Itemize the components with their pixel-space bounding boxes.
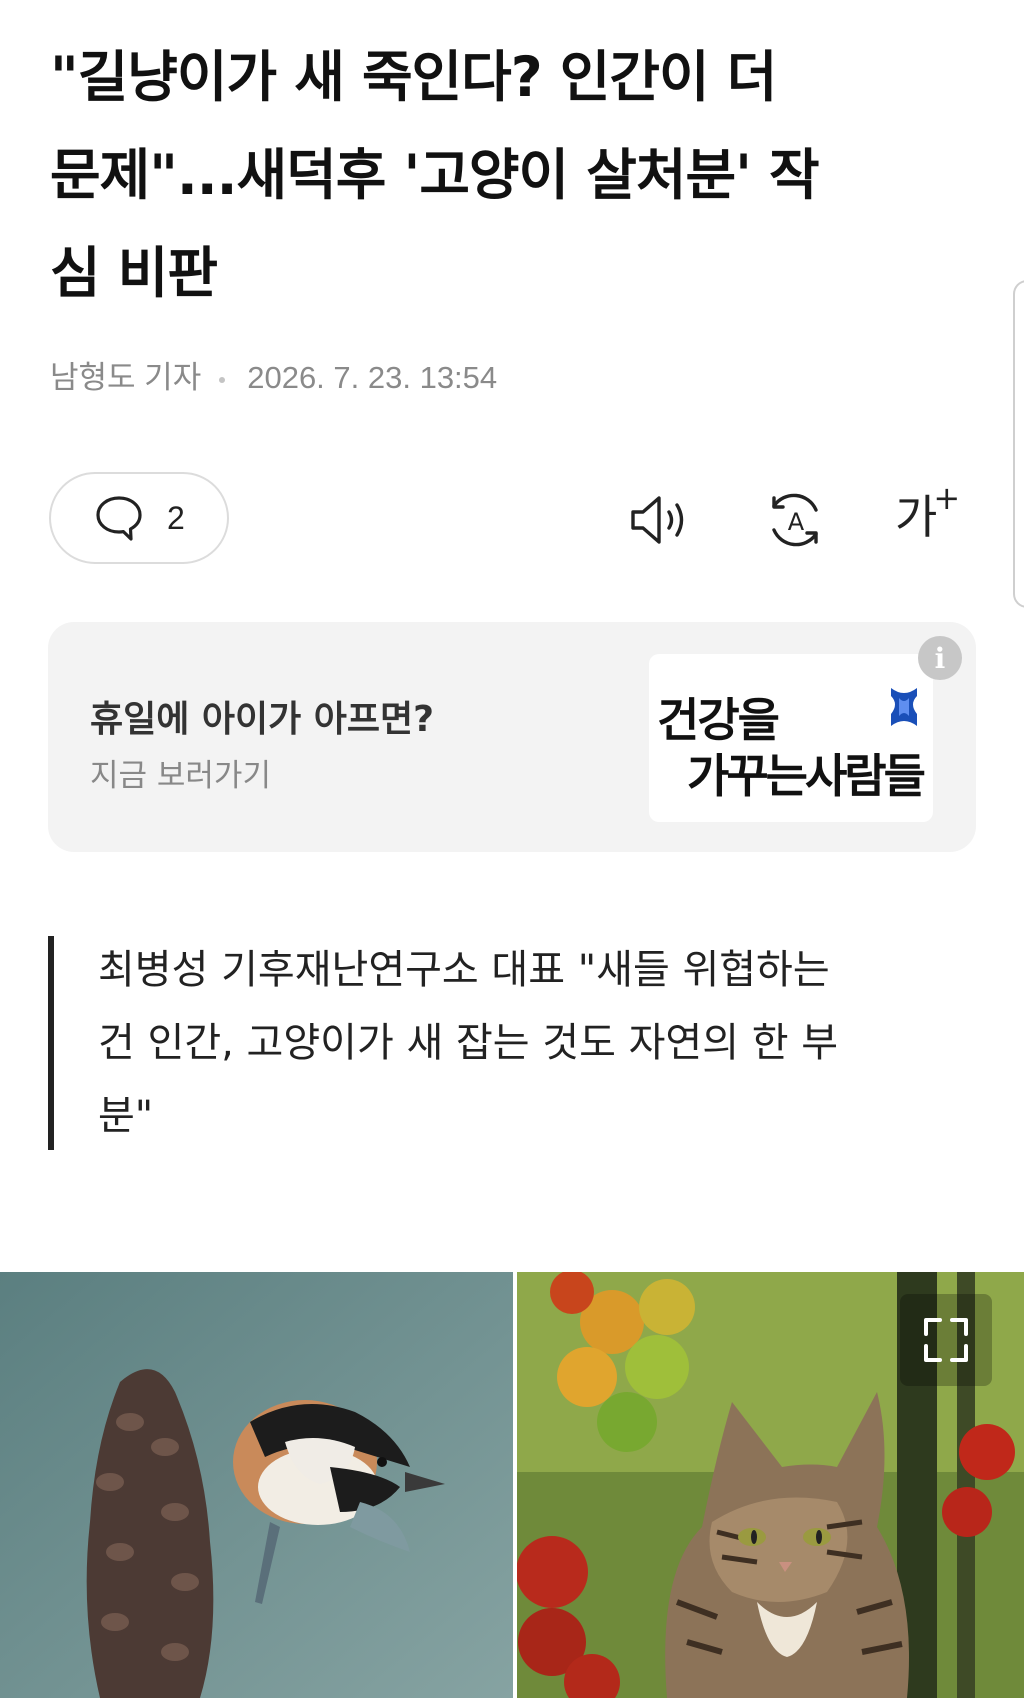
expand-icon <box>924 1318 968 1362</box>
summary-line: 분" <box>98 1093 154 1139</box>
svg-text:A: A <box>788 508 805 536</box>
reporter-name[interactable]: 남형도 기자 <box>50 360 201 395</box>
expand-image-button[interactable] <box>900 1294 992 1386</box>
brand-mark-icon <box>891 688 917 726</box>
summary-line: 건 인간, 고양이가 새 잡는 것도 자연의 한 부 <box>98 1020 839 1066</box>
bird-illustration <box>0 1272 513 1698</box>
publish-datetime: 2026. 7. 23. 13:54 <box>247 360 498 395</box>
font-size-plus: + <box>933 478 961 517</box>
headline-line: 심 비판 <box>50 241 218 305</box>
tts-button[interactable] <box>627 488 695 552</box>
byline: 남형도 기자 2026. 7. 23. 13:54 <box>50 352 497 397</box>
info-icon[interactable]: i <box>918 636 962 680</box>
comment-count: 2 <box>167 499 185 536</box>
ad-logo-line: 가꾸는사람들 <box>687 749 926 803</box>
article-headline: "길냥이가 새 죽인다? 인간이 더 문제"...새덕후 '고양이 살처분' 작… <box>50 28 980 322</box>
speech-bubble-icon <box>96 496 142 541</box>
font-size-label: 가 <box>895 490 938 544</box>
separator-dot <box>219 376 226 383</box>
headline-line: 문제"...새덕후 '고양이 살처분' 작 <box>50 143 820 207</box>
article-summary: 최병성 기후재난연구소 대표 "새들 위협하는 건 인간, 고양이가 새 잡는 … <box>98 934 978 1153</box>
ad-subtitle[interactable]: 지금 보러가기 <box>90 750 271 795</box>
summary-line: 최병성 기후재난연구소 대표 "새들 위협하는 <box>98 947 830 993</box>
ad-title: 휴일에 아이가 아프면? <box>90 699 435 740</box>
summary-bar <box>48 936 54 1150</box>
translate-button[interactable]: A <box>762 488 830 552</box>
comment-button[interactable]: 2 <box>49 472 229 564</box>
ad-banner[interactable]: 휴일에 아이가 아프면? 지금 보러가기 건강을 가꾸는사람들 <box>48 622 976 852</box>
speaker-icon <box>631 496 684 544</box>
bird-photo[interactable] <box>0 1272 513 1698</box>
headline-line: "길냥이가 새 죽인다? 인간이 더 <box>50 45 777 109</box>
scroll-handle[interactable] <box>1013 280 1024 608</box>
translate-icon: A <box>772 493 818 547</box>
ad-logo: 건강을 가꾸는사람들 <box>649 654 933 822</box>
font-size-button[interactable]: 가+ <box>895 478 961 547</box>
